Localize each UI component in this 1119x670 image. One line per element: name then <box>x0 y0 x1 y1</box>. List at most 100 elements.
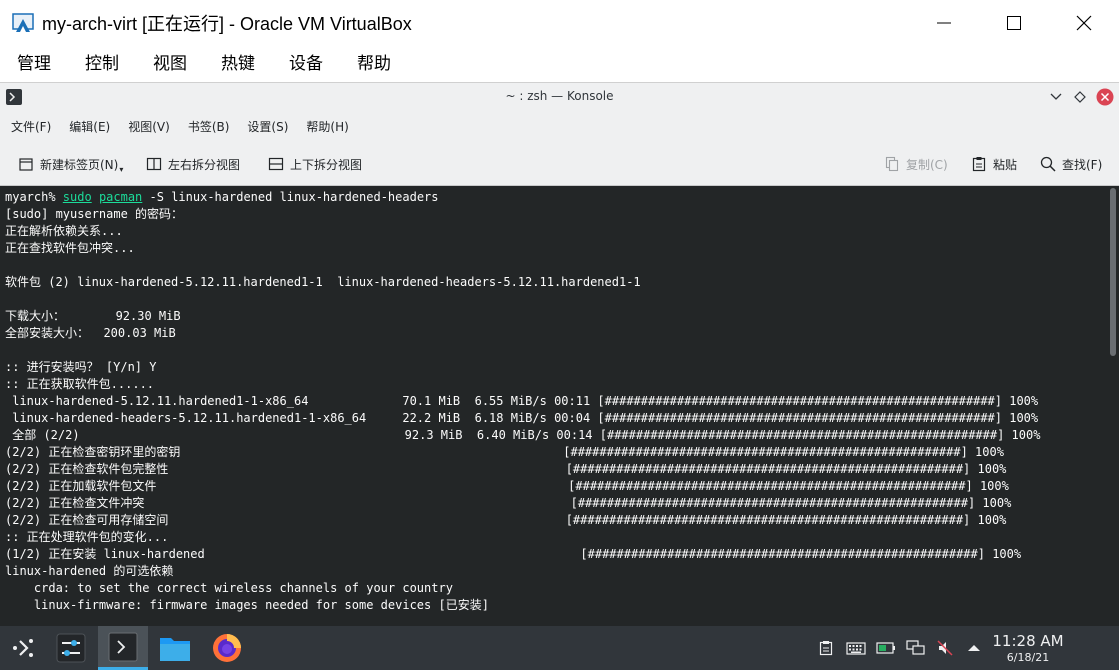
keyboard-tray-button[interactable] <box>846 640 866 656</box>
terminal-line: :: 正在获取软件包...... <box>5 377 155 391</box>
search-icon <box>1040 156 1056 172</box>
command-sudo: sudo <box>62 190 92 204</box>
vbox-menu-hotkeys[interactable]: 热键 <box>204 46 272 82</box>
terminal-line: 全部 (2/2) 92.3 MiB 6.40 MiB/s 00:14 [####… <box>5 428 1041 442</box>
close-button[interactable] <box>1049 0 1119 46</box>
app-launcher-button[interactable] <box>2 630 46 666</box>
vbox-menu-manage[interactable]: 管理 <box>0 46 68 82</box>
split-top-bottom-button[interactable]: 上下拆分视图 <box>268 154 362 174</box>
find-label: 查找(F) <box>1062 157 1103 172</box>
terminal-line: :: 正在处理软件包的变化... <box>5 530 169 544</box>
konsole-close-button[interactable] <box>1096 88 1114 106</box>
virtualbox-icon <box>12 11 36 35</box>
terminal-line: [sudo] myusername 的密码： <box>5 207 184 221</box>
close-icon <box>1076 15 1092 31</box>
vbox-menu-help[interactable]: 帮助 <box>340 46 408 82</box>
clipboard-tray-button[interactable] <box>818 640 834 656</box>
keep-above-icon <box>1074 91 1086 103</box>
vbox-titlebar: my-arch-virt [正在运行] - Oracle VM VirtualB… <box>0 0 1119 46</box>
terminal-line: linux-hardened-headers-5.12.11.hardened1… <box>5 411 1039 425</box>
terminal-line: 软件包 (2) linux-hardened-5.12.11.hardened1… <box>5 275 641 289</box>
battery-tray-button[interactable] <box>876 640 896 656</box>
konsole-menu-bookmarks[interactable]: 书签(B) <box>179 118 239 135</box>
terminal-line: 正在查找软件包冲突... <box>5 241 135 255</box>
tray-expand-icon <box>968 645 980 651</box>
command-args: -S linux-hardened linux-hardened-headers <box>142 190 439 204</box>
split-tb-label: 上下拆分视图 <box>290 157 363 172</box>
konsole-menu-file[interactable]: 文件(F) <box>2 118 60 135</box>
terminal-line: (2/2) 正在检查软件包完整性 [######################… <box>5 462 1007 476</box>
vbox-window-title: my-arch-virt [正在运行] - Oracle VM VirtualB… <box>42 14 412 34</box>
clock-time[interactable]: 11:28 AM <box>990 632 1066 650</box>
terminal-line: (2/2) 正在加载软件包文件 [#######################… <box>5 479 1009 493</box>
command-pacman: pacman <box>98 190 143 204</box>
guest-screen[interactable]: ~ : zsh — Konsole 文件(F) 编辑(E) 视图(V) 书签(B… <box>0 82 1119 670</box>
taskbar-file-manager-app[interactable] <box>153 630 197 666</box>
new-tab-label: 新建标签页(N) <box>40 157 119 172</box>
volume-tray-button[interactable] <box>937 640 953 656</box>
terminal-line: (2/2) 正在检查密钥环里的密钥 [#####################… <box>5 445 1004 459</box>
terminal-line: (1/2) 正在安装 linux-hardened [#############… <box>5 547 1022 561</box>
maximize-icon <box>1007 16 1021 30</box>
konsole-keep-above-button[interactable] <box>1072 89 1088 105</box>
terminal-line: (2/2) 正在检查文件冲突 [########################… <box>5 496 1012 510</box>
terminal-icon <box>108 632 138 661</box>
new-tab-button[interactable]: 新建标签页(N) ▾ <box>18 154 123 174</box>
konsole-window-title: ~ : zsh — Konsole <box>505 89 614 103</box>
copy-icon <box>884 156 900 172</box>
new-tab-icon <box>18 156 34 172</box>
find-button[interactable]: 查找(F) <box>1040 154 1102 174</box>
terminal-view[interactable]: myarch% sudo pacman -S linux-hardened li… <box>0 186 1107 626</box>
network-tray-button[interactable] <box>906 640 926 656</box>
minimize-icon <box>937 22 951 24</box>
terminal-command-line: myarch% sudo pacman -S linux-hardened li… <box>5 189 1107 206</box>
taskbar-konsole-app[interactable] <box>98 626 148 670</box>
terminal-line: linux-firmware: firmware images needed f… <box>5 598 489 612</box>
new-tab-dropdown-icon: ▾ <box>119 164 124 174</box>
folder-icon <box>160 638 190 661</box>
vbox-menu-control[interactable]: 控制 <box>68 46 136 82</box>
split-left-right-button[interactable]: 左右拆分视图 <box>146 154 240 174</box>
minimize-button[interactable] <box>909 0 979 46</box>
konsole-close-icon <box>1096 88 1114 106</box>
tray-expand-button[interactable] <box>966 640 982 656</box>
vbox-menu-devices[interactable]: 设备 <box>272 46 340 82</box>
taskbar-firefox-app[interactable] <box>205 630 249 666</box>
paste-button[interactable]: 粘贴 <box>971 154 1017 174</box>
prompt: myarch% <box>5 190 63 204</box>
terminal-line: (2/2) 正在检查可用存储空间 [######################… <box>5 513 1007 527</box>
terminal-line: 正在解析依赖关系... <box>5 224 123 238</box>
taskbar-settings-app[interactable] <box>49 630 93 666</box>
terminal-line: linux-hardened-5.12.11.hardened1-1-x86_6… <box>5 394 1039 408</box>
split-lr-label: 左右拆分视图 <box>168 157 241 172</box>
konsole-minimize-button[interactable] <box>1048 89 1064 105</box>
terminal-line: :: 进行安装吗？ [Y/n] Y <box>5 360 157 374</box>
firefox-icon <box>213 634 241 662</box>
maximize-button[interactable] <box>979 0 1049 46</box>
network-icon <box>906 640 925 655</box>
konsole-menu-edit[interactable]: 编辑(E) <box>60 118 119 135</box>
konsole-menu-settings[interactable]: 设置(S) <box>238 118 297 135</box>
terminal-line: 下载大小： 92.30 MiB <box>5 309 181 323</box>
plasma-taskbar: 11:28 AM 6/18/21 <box>0 626 1119 670</box>
konsole-menubar: 文件(F) 编辑(E) 视图(V) 书签(B) 设置(S) 帮助(H) <box>0 110 1119 142</box>
chevron-down-icon <box>1050 93 1062 100</box>
scrollbar-thumb[interactable] <box>1110 188 1116 356</box>
clock-date[interactable]: 6/18/21 <box>990 651 1066 664</box>
konsole-toolbar: 新建标签页(N) ▾ 左右拆分视图 上下拆分视图 复制(C) 粘贴 查找(F) <box>0 142 1119 186</box>
keyboard-icon <box>846 642 866 655</box>
konsole-menu-help[interactable]: 帮助(H) <box>297 118 357 135</box>
terminal-line: linux-hardened 的可选依赖 <box>5 564 174 578</box>
vbox-menu-view[interactable]: 视图 <box>136 46 204 82</box>
clipboard-icon <box>819 641 833 656</box>
terminal-scrollbar[interactable] <box>1107 186 1119 626</box>
copy-label: 复制(C) <box>906 157 948 172</box>
copy-button[interactable]: 复制(C) <box>884 154 948 174</box>
konsole-menu-view[interactable]: 视图(V) <box>119 118 179 135</box>
app-launcher-icon <box>13 639 33 657</box>
settings-sliders-icon <box>56 633 86 663</box>
terminal-line: crda: to set the correct wireless channe… <box>5 581 453 595</box>
